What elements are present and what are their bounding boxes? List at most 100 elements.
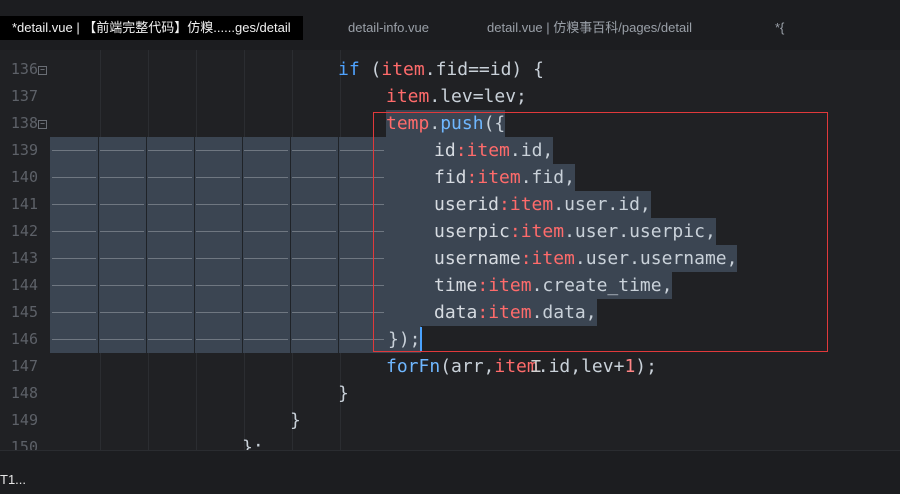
tab-marker-dash (196, 339, 240, 340)
tab-marker-dash (100, 339, 144, 340)
fold-icon[interactable]: − (38, 120, 47, 129)
text-cursor (420, 327, 422, 352)
tab-marker-dash (340, 339, 384, 340)
code-text: .data, (531, 302, 597, 323)
code-text: . (429, 113, 441, 134)
tab-detail-vue-active[interactable]: *detail.vue | 【前端完整代码】仿糗......ges/detail (0, 16, 303, 40)
code-text: .fid, (520, 167, 575, 188)
code-line-145[interactable]: data:item.data, (388, 299, 597, 326)
tab-marker-dash (52, 339, 96, 340)
variable: item (488, 275, 532, 296)
tab-marker-dash (196, 258, 240, 259)
code-text: : (509, 221, 521, 242)
code-text: .user.userpic, (564, 221, 716, 242)
code-line-143[interactable]: username:item.user.username, (388, 245, 738, 272)
tab-marker-dash (196, 285, 240, 286)
code-line-140[interactable]: fid:item.fid, (388, 164, 575, 191)
tab-untitled[interactable]: *{ (775, 16, 784, 40)
code-line-147[interactable]: forFn(arr,item.id,lev+1); (386, 353, 657, 380)
tab-marker-dash (244, 231, 288, 232)
tab-marker-dash (196, 312, 240, 313)
tab-marker-dash (148, 312, 192, 313)
variable: item (477, 167, 521, 188)
tab-marker-dash (52, 231, 96, 232)
code-text: .fid==id) { (424, 59, 544, 80)
tab-marker-dash (244, 312, 288, 313)
variable: temp (386, 113, 430, 134)
code-line-144[interactable]: time:item.create_time, (388, 272, 673, 299)
line-number: 139 (10, 141, 38, 159)
tab-marker-dash (340, 258, 384, 259)
variable: item (520, 221, 565, 242)
tab-marker-dash (52, 312, 96, 313)
tab-marker-dash (100, 312, 144, 313)
selection-tab-separator (194, 137, 195, 353)
variable: item (386, 86, 430, 107)
tab-marker-dash (148, 204, 192, 205)
tab-marker-dash (244, 150, 288, 151)
code-line-138[interactable]: temp.push({ (386, 110, 506, 137)
code-text: } (290, 410, 301, 431)
fold-icon[interactable]: − (38, 66, 47, 75)
tab-marker-dash (196, 231, 240, 232)
tab-marker-dash (292, 231, 336, 232)
code-text: ( (359, 59, 382, 80)
code-text: : (477, 302, 489, 323)
tab-detail-info-vue[interactable]: detail-info.vue (348, 16, 429, 40)
code-line-149[interactable]: } (290, 407, 301, 434)
code-text: .user.username, (574, 248, 738, 269)
tab-marker-dash (52, 150, 96, 151)
code-line-141[interactable]: userid:item.user.id, (388, 191, 651, 218)
tab-marker-dash (52, 204, 96, 205)
tab-marker-dash (340, 285, 384, 286)
variable: item (381, 59, 425, 80)
code-line-137[interactable]: item.lev=lev; (386, 83, 527, 110)
object-key: userid (434, 194, 500, 215)
tab-marker-dash (100, 204, 144, 205)
bottom-panel: T1... (0, 450, 900, 494)
code-text: : (455, 140, 467, 161)
line-number: 150 (10, 438, 38, 450)
tab-marker-dash (100, 258, 144, 259)
tab-marker-dash (340, 204, 384, 205)
code-line-146[interactable]: }); (388, 326, 421, 353)
tab-marker-dash (148, 150, 192, 151)
variable: item (531, 248, 575, 269)
tab-marker-dash (148, 258, 192, 259)
code-text: : (520, 248, 532, 269)
tab-marker-dash (244, 204, 288, 205)
object-key: time (434, 275, 478, 296)
tab-marker-dash (148, 231, 192, 232)
code-line-148[interactable]: } (338, 380, 349, 407)
tab-detail-vue-pages[interactable]: detail.vue | 仿糗事百科/pages/detail (487, 16, 692, 40)
code-line-150[interactable]: }; (242, 434, 264, 450)
code-line-136[interactable]: if (item.fid==id) { (338, 56, 544, 83)
line-number: 147 (10, 357, 38, 375)
line-number: 142 (10, 222, 38, 240)
bottom-tab-label[interactable]: T1... (0, 472, 26, 487)
tab-marker-dash (292, 339, 336, 340)
tab-marker-dash (244, 339, 288, 340)
object-key: id (434, 140, 456, 161)
line-number: 140 (10, 168, 38, 186)
tab-marker-dash (340, 150, 384, 151)
code-editor[interactable]: 136 137 138 139 140 141 142 143 144 145 … (0, 50, 900, 450)
object-key: data (434, 302, 478, 323)
line-number: 145 (10, 303, 38, 321)
tab-marker-dash (340, 231, 384, 232)
tab-marker-dash (292, 204, 336, 205)
code-text: (arr, (440, 356, 495, 377)
variable: item (488, 302, 532, 323)
tab-marker-dash (244, 258, 288, 259)
line-number: 149 (10, 411, 38, 429)
line-number: 146 (10, 330, 38, 348)
mouse-ibeam-cursor-icon: Ꮖ (531, 357, 542, 376)
tab-marker-dash (292, 285, 336, 286)
editor-tab-bar: *detail.vue | 【前端完整代码】仿糗......ges/detail… (0, 0, 900, 50)
tab-marker-dash (52, 258, 96, 259)
code-text: } (338, 383, 349, 404)
code-line-139[interactable]: id:item.id, (388, 137, 554, 164)
code-text: .id, (509, 140, 554, 161)
code-line-142[interactable]: userpic:item.user.userpic, (388, 218, 716, 245)
code-text: : (466, 167, 478, 188)
